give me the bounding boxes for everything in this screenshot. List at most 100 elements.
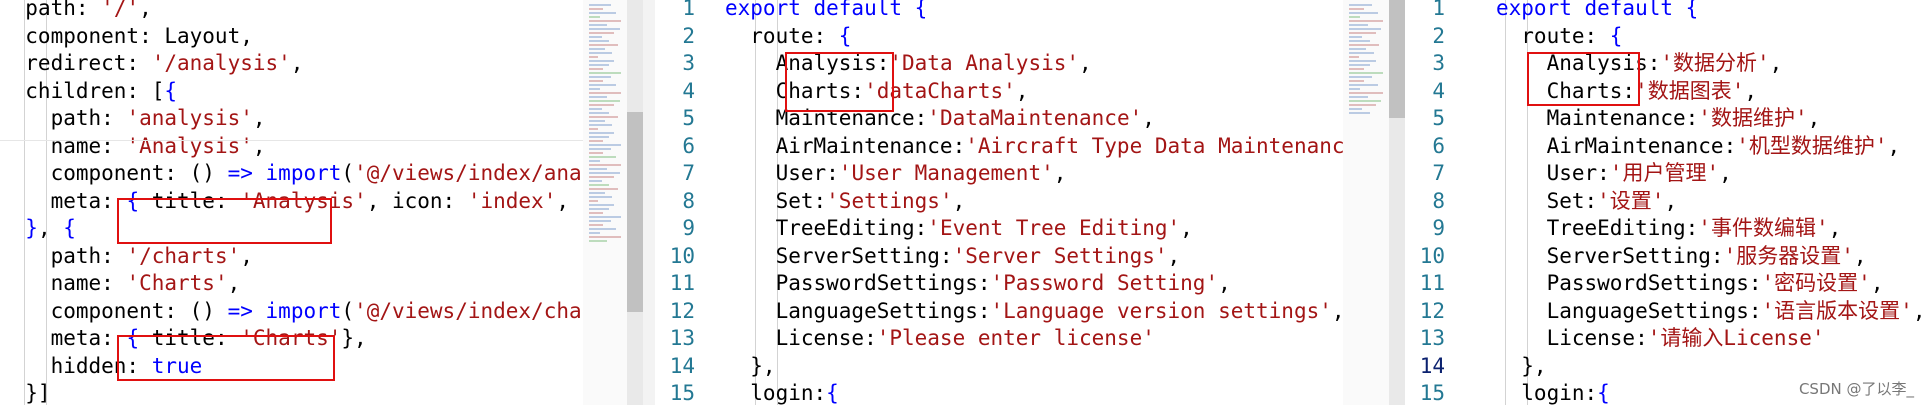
right-editor-pane[interactable]: 1 2 3 4 5 6 7 8 9 10 11 12 13 14 15 export default { r… [1405,0,1930,405]
minimap-line [1349,76,1372,78]
code-line[interactable]: License:'请输入License' [1496,325,1825,352]
code-token: Set: [725,188,827,213]
line-number: 13 [1419,326,1445,350]
left-scrollbar[interactable] [627,0,643,405]
code-token: , [1142,106,1155,130]
highlight-box-charts-title [117,335,335,381]
code-token: , [1053,161,1067,185]
code-line[interactable]: path: 'analysis', [0,105,266,132]
code-token: redirect: [0,51,152,75]
minimap-line [589,116,618,118]
keyword-token: export default { [725,0,928,20]
code-line[interactable]: User:'用户管理', [1496,160,1732,187]
code-line[interactable]: PasswordSettings:'Password Setting', [725,270,1231,297]
string-token: '设置' [1597,188,1665,213]
code-token: Maintenance: [1496,106,1699,130]
code-line[interactable]: TreeEditing:'事件数编辑', [1496,215,1842,242]
minimap-line [589,104,615,106]
code-line[interactable]: route: { [1496,23,1622,50]
line-number: 3 [682,51,695,75]
code-token: PasswordSettings: [1496,271,1762,295]
code-token: , [227,271,241,295]
code-line[interactable]: export default { [725,0,927,22]
minimap-line [1349,16,1361,18]
code-line[interactable]: component: () => import('@/views/index/a… [0,160,583,187]
code-line[interactable]: login:{ [1496,380,1610,405]
minimap-line [1349,8,1365,10]
code-line[interactable]: path: '/', [0,0,151,22]
keyword-token: import [265,298,342,323]
left-minimap[interactable] [583,0,643,405]
code-line[interactable]: }, { [0,215,76,242]
watermark: CSDN @了以李_ [1798,380,1914,398]
code-line[interactable]: Set:'Settings', [725,188,966,215]
string-token: '语言版本设置' [1761,298,1913,323]
code-token: AirMaintenance: [1496,133,1737,158]
minimap-line [1349,20,1384,22]
line-number: 15 [669,381,695,405]
code-token: , [1870,271,1884,295]
line-number: 5 [1432,106,1445,130]
code-line[interactable]: }, [1496,353,1546,380]
code-line[interactable]: route: { [725,23,851,50]
code-line[interactable]: redirect: '/analysis', [0,50,303,77]
code-token: LanguageSettings: [725,298,991,323]
code-token: TreeEditing: [1496,216,1699,240]
code-token: , [1912,298,1926,323]
middle-editor-pane[interactable]: 1 2 3 4 5 6 7 8 9 10 11 12 13 14 15 export default { r… [655,0,1343,405]
code-line[interactable]: Analysis:'Data Analysis', [725,50,1092,77]
code-line[interactable]: name: 'Analysis', [0,133,266,160]
string-token: 'Settings' [826,188,953,213]
minimap-line [589,28,620,30]
string-token: 'analysis' [126,106,253,130]
minimap-line [589,56,598,58]
keyword-token: { [838,23,852,48]
code-line[interactable]: }, [725,353,775,380]
code-token: path [25,0,76,20]
code-line[interactable]: name: 'Charts', [0,270,241,297]
code-line[interactable]: User:'User Management', [725,160,1067,187]
pane-divider[interactable] [643,0,655,405]
minimap-line [589,16,600,18]
code-line[interactable]: AirMaintenance:'Aircraft Type Data Maint… [725,133,1343,160]
string-token: 'Please enter license' [876,326,1155,350]
string-token: 'Aircraft Type Data Maintenance' [965,133,1343,158]
code-line[interactable]: component: () => import('@/views/index/c… [0,298,583,325]
left-scrollbar-thumb[interactable] [627,112,643,312]
code-token: AirMaintenance: [725,133,966,158]
code-line[interactable]: License:'Please enter license' [725,325,1155,352]
left-editor-pane[interactable]: path: '/', component: Layout, redirect: … [0,0,583,405]
code-line[interactable]: }] [0,380,50,405]
code-line[interactable]: Set:'设置', [1496,188,1678,215]
code-line[interactable]: component: Layout, [0,23,253,50]
minimap-line [589,44,618,46]
minimap-line [589,68,604,70]
line-number: 4 [682,78,695,103]
line-number: 7 [1432,161,1445,185]
code-line[interactable]: AirMaintenance:'机型数据维护', [1496,133,1901,160]
middle-minimap[interactable] [1343,0,1405,405]
code-line[interactable]: children: [{ [0,78,177,105]
code-line[interactable]: LanguageSettings:'Language version setti… [725,298,1343,325]
code-line[interactable]: LanguageSettings:'语言版本设置', [1496,298,1926,325]
code-line[interactable]: ServerSetting:'服务器设置', [1496,243,1867,270]
minimap-line [589,136,609,138]
minimap-line [589,144,622,146]
code-line[interactable]: ServerSetting:'Server Settings', [725,243,1181,270]
line-number: 14 [669,353,695,378]
code-line[interactable]: login:{ [725,380,839,405]
keyword-token: { [164,78,178,103]
code-token: ServerSetting: [725,243,953,268]
minimap-line [1349,72,1384,74]
code-line[interactable]: TreeEditing:'Event Tree Editing', [725,215,1193,242]
code-line[interactable]: Maintenance:'数据维护', [1496,105,1821,132]
string-token: '请输入License' [1647,326,1825,350]
string-token: 'DataMaintenance' [927,106,1143,130]
code-line[interactable]: path: '/charts', [0,243,253,270]
line-number: 5 [682,106,695,130]
code-line[interactable]: PasswordSettings:'密码设置', [1496,270,1884,297]
minimap-line [589,160,600,162]
middle-scrollbar[interactable] [1389,0,1405,405]
middle-scrollbar-thumb[interactable] [1389,0,1405,118]
code-line[interactable]: export default { [1496,0,1698,22]
